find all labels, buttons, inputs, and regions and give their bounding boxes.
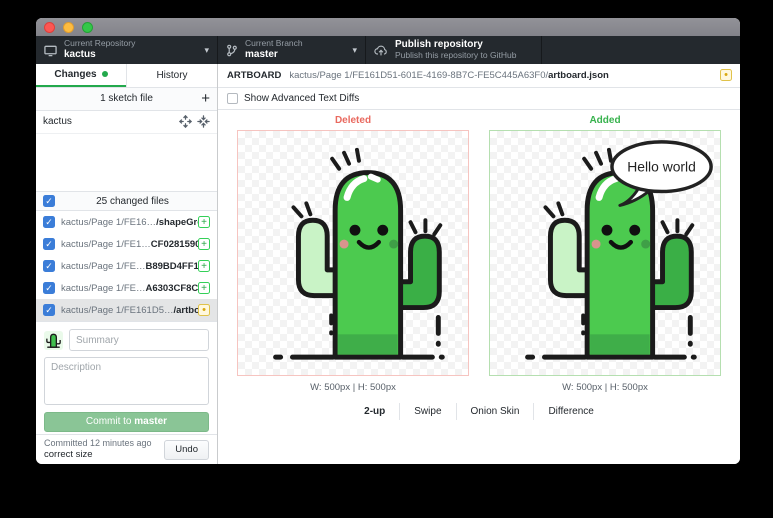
file-row[interactable]: ✓ kactus/Page 1/FE…B89BD4FF1B 2.json + xyxy=(36,255,217,277)
file-row[interactable]: ✓ kactus/Page 1/FE1…CF02815907 2.json + xyxy=(36,233,217,255)
publish-repository-button[interactable]: Publish repository Publish this reposito… xyxy=(366,36,542,64)
file-path: kactus/Page 1/FE…B89BD4FF1B 2.json xyxy=(61,261,198,272)
mode-onion-skin-button[interactable]: Onion Skin xyxy=(456,403,534,420)
tab-changes[interactable]: Changes xyxy=(36,64,126,87)
changed-files-count: 25 changed files xyxy=(55,196,210,207)
status-added-icon: + xyxy=(198,260,210,272)
current-branch-label: Current Branch xyxy=(245,39,303,49)
image-diff-area: Deleted Added Hello world xyxy=(218,110,740,464)
added-image-preview: Hello world xyxy=(489,130,721,376)
changed-files-list: ✓ kactus/Page 1/FE16…/shapeGroup.json + … xyxy=(36,211,217,321)
close-window-button[interactable] xyxy=(44,22,55,33)
commit-form: Commit to master xyxy=(36,321,217,434)
sketch-file-count: 1 sketch file xyxy=(36,93,217,104)
file-path: kactus/Page 1/FE16…/shapeGroup.json xyxy=(61,217,198,228)
advanced-diffs-checkbox[interactable] xyxy=(227,93,238,104)
advanced-diffs-row: Show Advanced Text Diffs xyxy=(218,88,740,110)
app-window: Current Repository kactus ▾ Current Bran… xyxy=(36,18,740,464)
zoom-window-button[interactable] xyxy=(82,22,93,33)
sketch-file-name: kactus xyxy=(43,116,174,127)
artboard-header: ARTBOARD kactus/Page 1/FE161D51-601E-416… xyxy=(218,64,740,88)
last-commit-summary: correct size xyxy=(44,449,164,461)
sidebar: Changes History 1 sketch file + kactus xyxy=(36,64,218,464)
upload-cloud-icon xyxy=(374,44,388,57)
avatar xyxy=(44,331,63,350)
tab-history-label: History xyxy=(156,70,187,81)
collapse-arrows-icon[interactable] xyxy=(197,115,210,128)
added-image-dimensions: W: 500px | H: 500px xyxy=(489,382,721,393)
deleted-image-dimensions: W: 500px | H: 500px xyxy=(237,382,469,393)
added-label: Added xyxy=(489,115,721,126)
select-all-checkbox[interactable]: ✓ xyxy=(43,195,55,207)
add-sketch-file-button[interactable]: + xyxy=(201,91,210,106)
file-checkbox[interactable]: ✓ xyxy=(43,282,55,294)
summary-input[interactable] xyxy=(69,329,209,351)
status-modified-icon: • xyxy=(720,69,732,81)
chevron-down-icon: ▾ xyxy=(352,45,357,56)
expand-arrows-icon[interactable] xyxy=(179,115,192,128)
status-added-icon: + xyxy=(198,282,210,294)
status-added-icon: + xyxy=(198,216,210,228)
undo-button[interactable]: Undo xyxy=(164,440,209,460)
current-repository-dropdown[interactable]: Current Repository kactus ▾ xyxy=(36,36,218,64)
sketch-file-row[interactable]: kactus xyxy=(36,111,217,134)
mode-difference-button[interactable]: Difference xyxy=(533,403,607,420)
titlebar xyxy=(36,18,740,36)
toolbar: Current Repository kactus ▾ Current Bran… xyxy=(36,36,740,64)
commit-button[interactable]: Commit to master xyxy=(44,412,209,432)
file-row-selected[interactable]: ✓ kactus/Page 1/FE161D5…/artboard.json • xyxy=(36,299,217,321)
toolbar-filler xyxy=(542,36,740,64)
file-checkbox[interactable]: ✓ xyxy=(43,216,55,228)
git-branch-icon xyxy=(226,44,238,57)
publish-repository-subtitle: Publish this repository to GitHub xyxy=(395,51,516,61)
artboard-kind-label: ARTBOARD xyxy=(227,70,281,81)
cactus-illustration-with-bubble: Hello world xyxy=(490,131,720,375)
file-path: kactus/Page 1/FE…A6303CF8CF 2.json xyxy=(61,283,198,294)
file-row[interactable]: ✓ kactus/Page 1/FE…A6303CF8CF 2.json + xyxy=(36,277,217,299)
current-branch-dropdown[interactable]: Current Branch master ▾ xyxy=(218,36,366,64)
file-checkbox[interactable]: ✓ xyxy=(43,304,55,316)
speech-bubble-text: Hello world xyxy=(627,159,696,175)
artboard-path: kactus/Page 1/FE161D51-601E-4169-8B7C-FE… xyxy=(289,70,608,81)
sketch-files-header: 1 sketch file + xyxy=(36,88,217,111)
sketch-list-empty-area xyxy=(36,134,217,192)
committed-time-label: Committed 12 minutes ago xyxy=(44,438,164,449)
file-path: kactus/Page 1/FE1…CF02815907 2.json xyxy=(61,239,198,250)
changes-indicator-dot xyxy=(102,71,108,77)
current-repository-value: kactus xyxy=(64,49,135,61)
file-checkbox[interactable]: ✓ xyxy=(43,260,55,272)
undo-commit-bar: Committed 12 minutes ago correct size Un… xyxy=(36,434,217,464)
current-repository-label: Current Repository xyxy=(64,39,135,49)
deleted-label: Deleted xyxy=(237,115,469,126)
status-added-icon: + xyxy=(198,238,210,250)
file-checkbox[interactable]: ✓ xyxy=(43,238,55,250)
mode-swipe-button[interactable]: Swipe xyxy=(399,403,455,420)
description-input[interactable] xyxy=(44,357,209,405)
status-modified-icon: • xyxy=(198,304,210,316)
chevron-down-icon: ▾ xyxy=(204,45,209,56)
file-row[interactable]: ✓ kactus/Page 1/FE16…/shapeGroup.json + xyxy=(36,211,217,233)
repository-icon xyxy=(44,44,57,57)
changed-files-header: ✓ 25 changed files xyxy=(36,191,217,211)
tab-changes-label: Changes xyxy=(54,69,96,80)
minimize-window-button[interactable] xyxy=(63,22,74,33)
diff-mode-switcher: 2-up Swipe Onion Skin Difference xyxy=(350,403,608,420)
cactus-illustration xyxy=(238,131,468,375)
current-branch-value: master xyxy=(245,49,303,61)
deleted-image-preview xyxy=(237,130,469,376)
file-path: kactus/Page 1/FE161D5…/artboard.json xyxy=(61,305,198,316)
mode-2up-button[interactable]: 2-up xyxy=(350,403,399,420)
tab-history[interactable]: History xyxy=(126,64,217,87)
advanced-diffs-label: Show Advanced Text Diffs xyxy=(244,93,359,104)
diff-panel: ARTBOARD kactus/Page 1/FE161D51-601E-416… xyxy=(218,64,740,464)
sidebar-tabs: Changes History xyxy=(36,64,217,88)
